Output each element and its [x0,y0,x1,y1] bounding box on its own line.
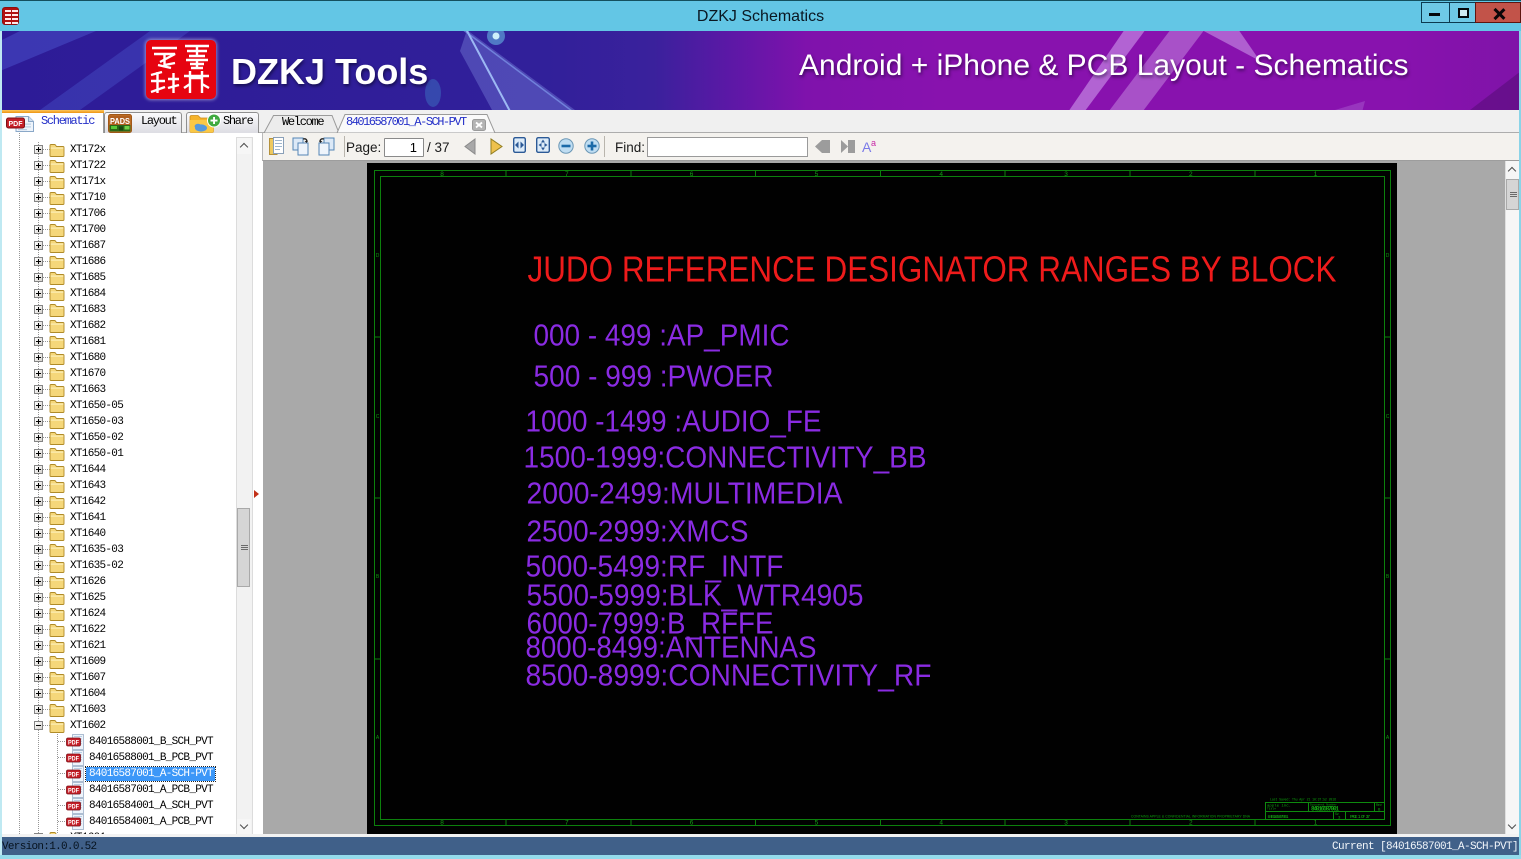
svg-text:6: 6 [690,171,694,178]
svg-text:7: 7 [565,171,569,178]
svg-text:1: 1 [1314,820,1318,827]
svg-text:A: A [1386,735,1390,741]
svg-text:B: B [1386,574,1390,580]
svg-text:PDF: PDF [68,771,79,778]
svg-text:500 - 999 :PWOER: 500 - 999 :PWOER [534,359,774,394]
svg-text:2000-2499:MULTIMEDIA: 2000-2499:MULTIMEDIA [527,476,843,511]
svg-text:4: 4 [939,820,943,827]
svg-text:JUDO REFERENCE DESIGNATOR RANG: JUDO REFERENCE DESIGNATOR RANGES BY BLOC… [528,249,1337,290]
svg-text:5: 5 [815,171,819,178]
svg-text:PADS: PADS [110,116,130,126]
svg-text:B: B [376,574,380,580]
svg-text:2: 2 [1189,171,1193,178]
svg-text:1500-1999:CONNECTIVITY_BB: 1500-1999:CONNECTIVITY_BB [524,440,927,475]
svg-text:1000 -1499 :AUDIO_FE: 1000 -1499 :AUDIO_FE [526,404,822,439]
svg-text:8: 8 [440,171,444,178]
svg-text:PDF: PDF [68,803,79,810]
svg-text:Rev: Rev [1376,803,1382,807]
svg-text:2500-2999:XMCS: 2500-2999:XMCS [527,514,749,549]
svg-text:CONTAINS APPLE & CONFIDENTIAL: CONTAINS APPLE & CONFIDENTIAL INFORMATIO… [1131,815,1251,819]
svg-text:000 - 499 :AP_PMIC: 000 - 499 :AP_PMIC [534,318,790,353]
svg-text:PDF: PDF [9,119,23,128]
svg-text:Title: Title [1267,807,1276,811]
svg-text:6: 6 [690,820,694,827]
svg-text:a: a [871,138,876,148]
svg-text:C: C [1386,414,1390,420]
svg-text:2: 2 [1189,820,1193,827]
svg-text:PDF: PDF [68,819,79,826]
svg-text:C: C [376,414,380,420]
svg-text:3: 3 [1064,820,1068,827]
svg-text:Sz: Sz [1335,812,1339,816]
svg-text:PDF: PDF [68,755,79,762]
svg-text:D: D [376,253,380,259]
svg-text:84016587001: 84016587001 [1311,806,1339,813]
svg-text:4: 4 [939,171,943,178]
svg-text:7: 7 [565,820,569,827]
svg-text:PAGE 1 OF 37: PAGE 1 OF 37 [1350,814,1370,820]
svg-text:8500-8999:CONNECTIVITY_RF: 8500-8999:CONNECTIVITY_RF [526,658,932,693]
svg-text:A: A [376,735,380,741]
svg-text:84016587001: 84016587001 [1268,814,1289,820]
svg-text:3: 3 [1064,171,1068,178]
svg-text:8: 8 [440,820,444,827]
svg-text:PDF: PDF [68,787,79,794]
svg-text:1: 1 [1314,171,1318,178]
svg-text:Last Saved: Thu Apr 21 10:37:5: Last Saved: Thu Apr 21 10:37:52 2016 [1270,798,1336,802]
svg-text:5: 5 [815,820,819,827]
svg-text:D: D [1386,253,1390,259]
svg-text:PDF: PDF [68,739,79,746]
